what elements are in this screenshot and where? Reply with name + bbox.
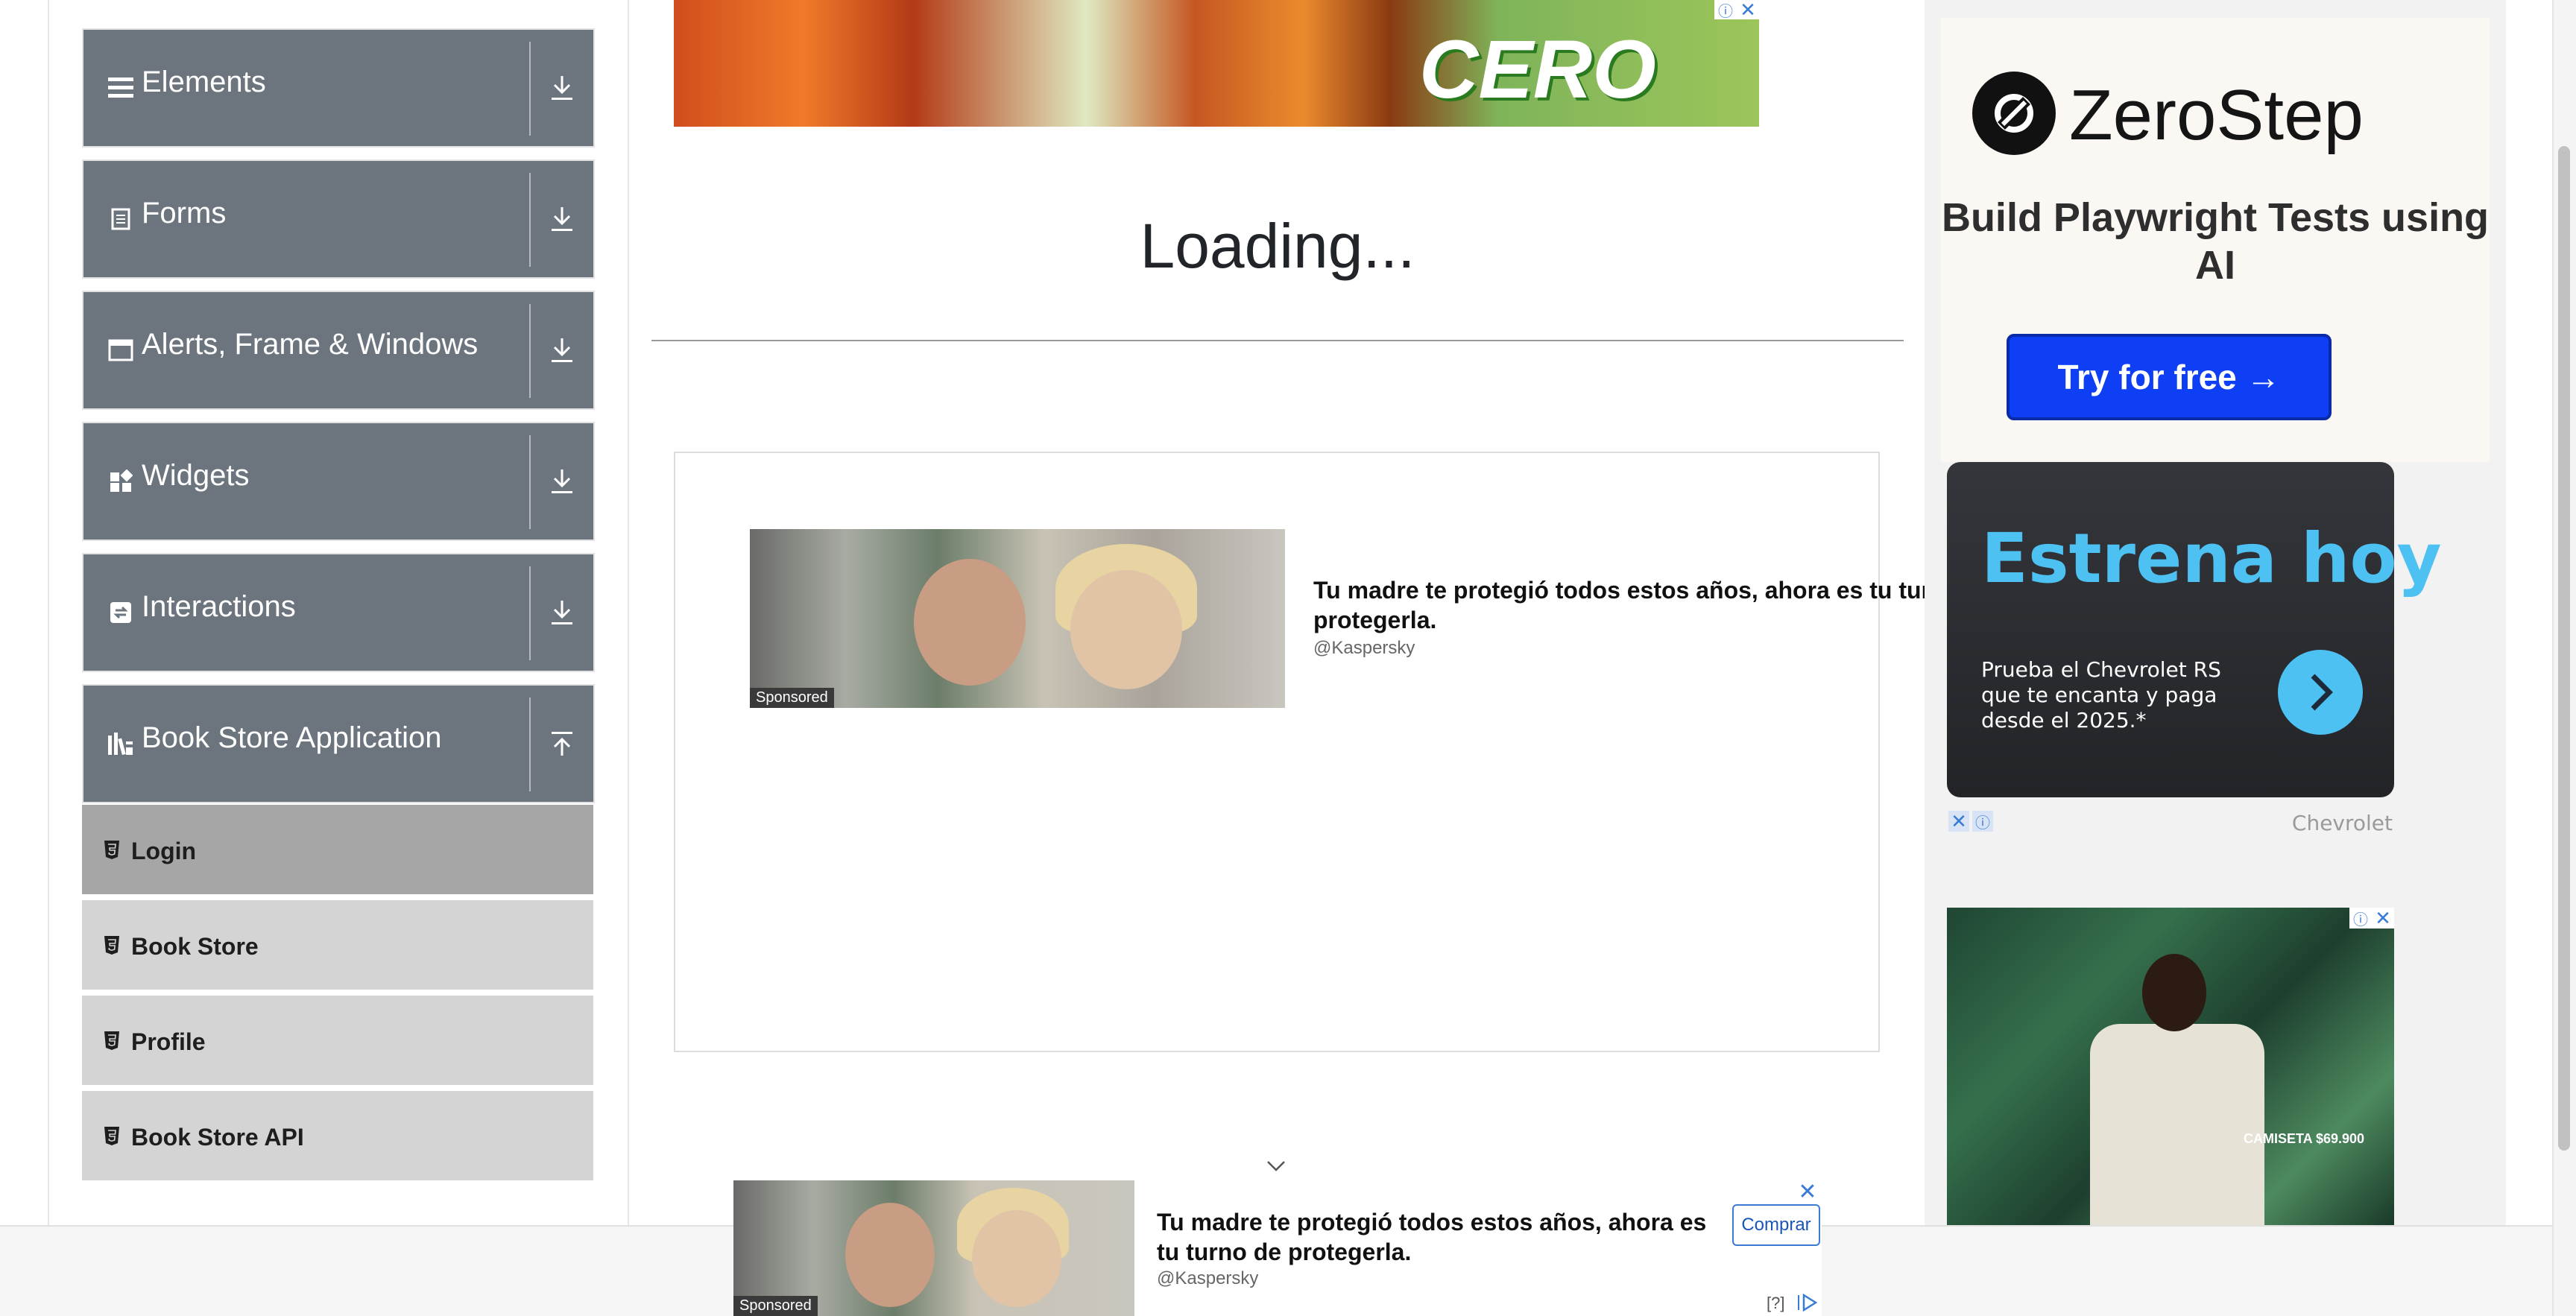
scrollbar-thumb[interactable]: [2558, 146, 2570, 1151]
ad-photo-person: [2090, 1024, 2264, 1225]
ad-close-icon[interactable]: ✕: [1796, 1180, 1819, 1204]
expand-icon[interactable]: [541, 592, 583, 633]
left-panel: Elements Forms Alerts, Frame & Windows W…: [48, 0, 629, 1316]
ad-info-icon[interactable]: ⓘ: [2349, 908, 2372, 929]
ad-info-icon[interactable]: ⓘ: [1972, 811, 1993, 832]
divider: [529, 435, 531, 529]
group-label: Forms: [142, 197, 227, 230]
sponsored-label: Sponsored: [750, 688, 834, 708]
sidebar-item-label: Login: [131, 838, 197, 864]
form-icon: [106, 204, 136, 234]
group-interactions[interactable]: Interactions: [82, 553, 595, 672]
ad-headline: Estrena hoy: [1981, 519, 2442, 598]
hamburger-icon: [106, 73, 136, 103]
ad-photo-person: [1070, 570, 1182, 689]
group-forms[interactable]: Forms: [82, 159, 595, 279]
ad-info-icon[interactable]: ⓘ: [1714, 0, 1737, 20]
group-alerts-frame-windows[interactable]: Alerts, Frame & Windows: [82, 291, 595, 410]
ad-brand: @Kaspersky: [1157, 1268, 1259, 1288]
expand-icon[interactable]: [541, 461, 583, 502]
ad-photo-person: [972, 1210, 1061, 1307]
divider: [529, 566, 531, 660]
sticky-kaspersky-ad[interactable]: Sponsored Tu madre te protegió todos est…: [733, 1180, 1822, 1316]
sidebar-item-login[interactable]: Login: [82, 805, 593, 897]
group-elements[interactable]: Elements: [82, 28, 595, 148]
group-book-store-application[interactable]: Book Store Application: [82, 684, 595, 803]
divider: [529, 42, 531, 136]
html5-icon: [103, 1030, 121, 1051]
html5-icon: [103, 1125, 121, 1146]
divider: [529, 304, 531, 398]
chevron-down-icon[interactable]: [1266, 1155, 1287, 1176]
ad-headline: Build Playwright Tests using AI: [1941, 195, 2490, 288]
expand-icon[interactable]: [541, 67, 583, 109]
group-label: Book Store Application: [142, 721, 442, 754]
divider: [529, 173, 531, 267]
sidebar-item-label: Book Store API: [131, 1124, 304, 1151]
ad-close-icon[interactable]: ✕: [1948, 810, 1969, 832]
html5-icon: [103, 839, 121, 860]
widgets-icon: [106, 466, 136, 496]
ad-brand: @Kaspersky: [1313, 638, 1415, 658]
sidebar-item-label: Book Store: [131, 933, 259, 960]
loading-text: Loading...: [1140, 211, 1415, 281]
ad-caption: CAMISETA $69.900: [2244, 1131, 2365, 1146]
ad-brand: Chevrolet: [2291, 811, 2393, 835]
sponsored-label: Sponsored: [733, 1296, 818, 1316]
ad-brand-text: CERO: [1419, 24, 1656, 116]
expand-icon[interactable]: [541, 198, 583, 240]
group-widgets[interactable]: Widgets: [82, 422, 595, 541]
buy-button[interactable]: Comprar: [1732, 1204, 1820, 1246]
ad-body: Prueba el Chevrolet RS que te encanta y …: [1981, 657, 2221, 733]
zerostep-logo-icon: [1972, 72, 2056, 155]
ad-help-link[interactable]: [?]: [1767, 1294, 1784, 1313]
html5-icon: [103, 934, 121, 955]
ad-image[interactable]: Sponsored: [750, 529, 1285, 708]
group-label: Alerts, Frame & Windows: [142, 328, 479, 361]
try-for-free-button[interactable]: Try for free →: [2007, 334, 2332, 420]
window-icon: [106, 335, 136, 365]
group-label: Widgets: [142, 459, 250, 492]
ad-brand: ZeroStep: [2069, 75, 2364, 155]
top-banner-ad[interactable]: CERO ⓘ ✕: [674, 0, 1759, 127]
ad-photo-person: [845, 1203, 935, 1307]
sidebar-item-book-store-api[interactable]: Book Store API: [82, 1091, 593, 1183]
ad-headline[interactable]: Tu madre te protegió todos estos años, a…: [1313, 575, 1932, 635]
divider: [529, 697, 531, 791]
ad-headline[interactable]: Tu madre te protegió todos estos años, a…: [1157, 1207, 1723, 1267]
sidebar-item-profile[interactable]: Profile: [82, 996, 593, 1088]
expand-icon[interactable]: [541, 329, 583, 371]
chevron-right-icon[interactable]: [2278, 650, 2363, 735]
group-label: Elements: [142, 66, 266, 98]
sidebar-item-book-store[interactable]: Book Store: [82, 900, 593, 993]
adchoices-icon[interactable]: [1796, 1292, 1819, 1313]
group-label: Interactions: [142, 590, 296, 623]
ad-close-icon[interactable]: ✕: [1737, 0, 1759, 21]
collapse-icon[interactable]: [541, 723, 583, 765]
library-icon: [106, 729, 136, 759]
zerostep-ad[interactable]: ZeroStep Build Playwright Tests using AI…: [1941, 18, 2490, 462]
divider: [651, 340, 1904, 341]
ad-photo-person-head: [2142, 954, 2206, 1031]
chevrolet-ad[interactable]: Estrena hoy Prueba el Chevrolet RS que t…: [1947, 462, 2442, 797]
interactions-icon: [106, 598, 136, 627]
sidebar-item-label: Profile: [131, 1028, 206, 1055]
ad-close-icon[interactable]: ✕: [2372, 908, 2394, 929]
ad-photo-person: [914, 559, 1026, 686]
ad-image[interactable]: Sponsored: [733, 1180, 1134, 1316]
fashion-ad[interactable]: CAMISETA $69.900 ⓘ ✕: [1947, 908, 2394, 1225]
